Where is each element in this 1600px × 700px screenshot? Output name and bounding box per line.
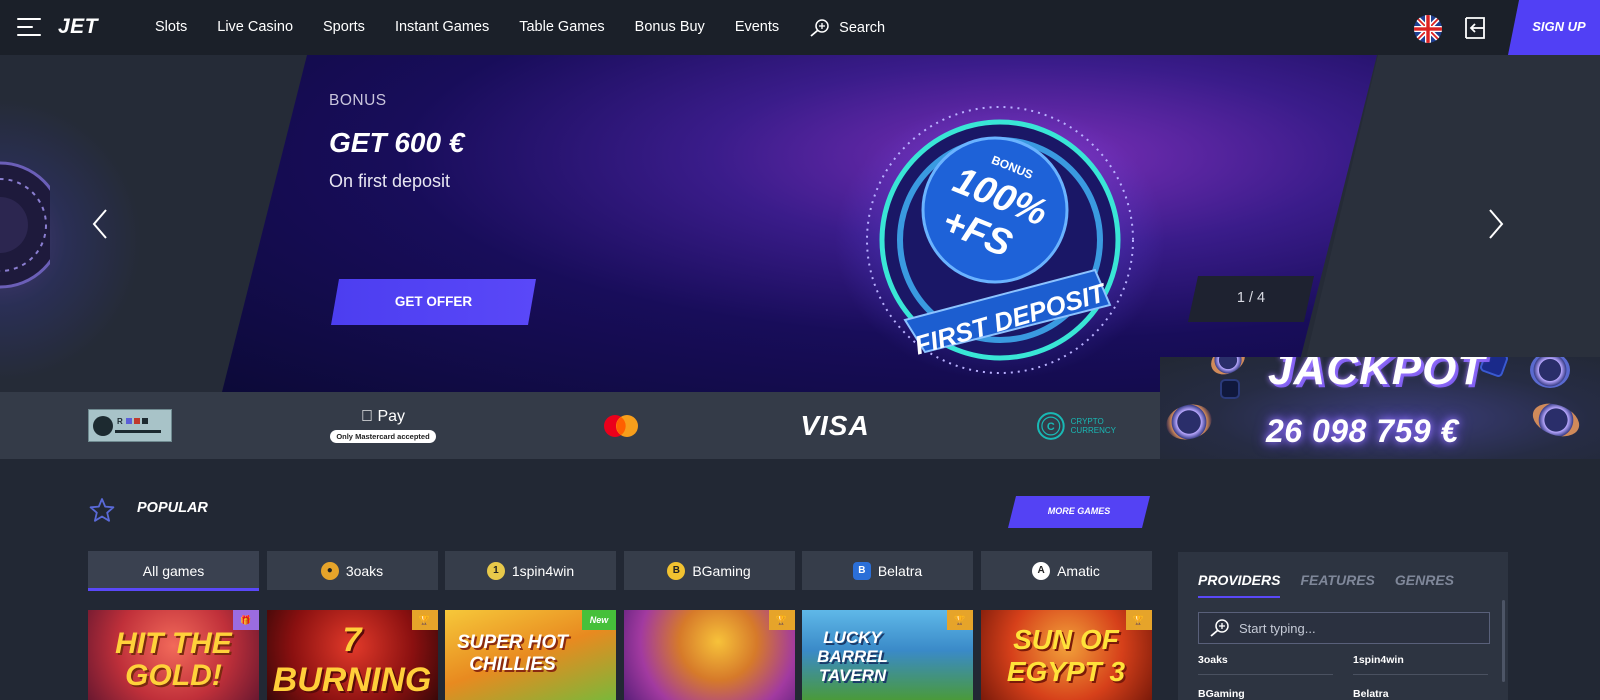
- 1spin4win-icon: 1: [486, 561, 505, 580]
- game-card[interactable]: New SUPER HOT CHILLIES: [445, 610, 616, 700]
- apple-pay-logo:  Pay Only Mastercard accepted: [328, 392, 438, 459]
- bonus-subtitle: On first deposit: [329, 171, 451, 191]
- apple-icon: : [361, 408, 373, 425]
- visa-logo: VISA: [800, 409, 870, 441]
- jackpot-banner[interactable]: JACKPOT 26 098 759 €: [1160, 357, 1600, 459]
- signup-label: SIGN UP: [1532, 19, 1586, 34]
- game-card[interactable]: 🏆: [623, 610, 795, 700]
- jackpot-amount: 26 098 759 €: [1266, 413, 1459, 449]
- belatra-icon: B: [852, 561, 871, 580]
- providers-scrollbar[interactable]: [1502, 600, 1505, 682]
- first-deposit-promo-image: BONUS 100% +FS FIRST DEPOSIT: [835, 100, 1165, 380]
- star-icon: [89, 498, 115, 522]
- nav-bonus-buy[interactable]: Bonus Buy: [635, 19, 705, 37]
- tab-providers[interactable]: PROVIDERS: [1198, 572, 1281, 598]
- game-card[interactable]: 🏆 LUCKY BARREL TAVERN: [802, 610, 973, 700]
- amatic-icon: A: [1032, 561, 1051, 580]
- payment-methods-strip: R  Pay Only Mastercard accepted VISA C …: [0, 392, 1160, 459]
- games-grid: 🎁 HIT THE GOLD! 🏆 7 BURNING New SUPER HO…: [88, 610, 1159, 700]
- top-header: JET Slots Live Casino Sports Instant Gam…: [0, 0, 1600, 55]
- get-offer-label: GET OFFER: [394, 294, 473, 309]
- nav-table-games[interactable]: Table Games: [519, 19, 604, 37]
- trophy-icon: 🏆: [947, 610, 973, 630]
- nav-slots[interactable]: Slots: [155, 19, 187, 37]
- providers-tabs: PROVIDERS FEATURES GENRES: [1198, 572, 1474, 598]
- nav-sports[interactable]: Sports: [323, 19, 365, 37]
- nav-live-casino[interactable]: Live Casino: [217, 19, 293, 37]
- logo[interactable]: JET: [58, 15, 98, 39]
- trophy-icon: 🏆: [768, 610, 795, 630]
- provider-item[interactable]: Belatra: [1353, 688, 1488, 700]
- providers-panel: PROVIDERS FEATURES GENRES 3oaks 1spin4wi…: [1178, 552, 1508, 700]
- hero-banner: [222, 55, 1377, 392]
- tab-genres[interactable]: GENRES: [1395, 572, 1454, 598]
- gift-icon: 🎁: [233, 610, 259, 630]
- provider-item[interactable]: BGaming: [1198, 688, 1333, 700]
- signup-button[interactable]: SIGN UP: [1508, 0, 1600, 55]
- crypto-currency-logo: C CRYPTO CURRENCY: [1036, 392, 1116, 459]
- more-games-button[interactable]: MORE GAMES: [1008, 496, 1150, 528]
- search-label: Search: [839, 20, 886, 36]
- jackpot-title: JACKPOT: [1268, 357, 1486, 394]
- nav-search[interactable]: Search: [809, 19, 885, 37]
- bonus-kicker: BONUS: [329, 92, 387, 109]
- filter-all-games[interactable]: All games: [88, 551, 259, 591]
- game-card[interactable]: 🎁 HIT THE GOLD!: [88, 610, 259, 700]
- provider-search-input[interactable]: [1239, 620, 1479, 636]
- filter-amatic[interactable]: A Amatic: [980, 551, 1152, 590]
- menu-icon[interactable]: [17, 18, 43, 38]
- popular-section-title: POPULAR: [137, 500, 208, 516]
- instant-banking-logo: R: [88, 409, 172, 442]
- filter-1spin4win[interactable]: 1 1spin4win: [445, 551, 616, 590]
- mastercard-logo: [596, 392, 646, 459]
- game-card[interactable]: 🏆 7 BURNING: [266, 610, 438, 700]
- hero-slider: BONUS 100% +FS FIRST DEPOSIT BONUS GET 6…: [0, 55, 1600, 392]
- nav-events[interactable]: Events: [735, 19, 779, 37]
- provider-search-field[interactable]: [1198, 612, 1490, 644]
- bgaming-icon: B: [667, 561, 686, 580]
- filter-belatra[interactable]: B Belatra: [802, 551, 973, 590]
- slide-counter: 1 / 4: [1188, 276, 1314, 322]
- dice-icon: [1220, 379, 1240, 399]
- provider-filter-tabs: All games ● 3oaks 1 1spin4win B BGaming B Be…: [88, 551, 1159, 591]
- provider-item[interactable]: 3oaks: [1198, 654, 1333, 675]
- svg-text:C: C: [1047, 420, 1055, 432]
- filter-3oaks[interactable]: ● 3oaks: [266, 551, 438, 590]
- search-icon: [810, 19, 829, 37]
- nav-instant-games[interactable]: Instant Games: [395, 19, 489, 37]
- tab-features[interactable]: FEATURES: [1300, 572, 1374, 598]
- 3oaks-icon: ●: [320, 561, 339, 580]
- svg-text:R: R: [117, 417, 123, 426]
- chevron-left-icon[interactable]: [90, 207, 110, 241]
- get-offer-button[interactable]: GET OFFER: [331, 279, 536, 325]
- provider-item[interactable]: 1spin4win: [1353, 654, 1488, 675]
- uk-flag-icon[interactable]: [1414, 15, 1442, 43]
- bonus-title: GET 600 €: [329, 127, 465, 158]
- crypto-icon: C: [1036, 411, 1065, 440]
- search-icon: [1210, 619, 1229, 637]
- filter-bgaming[interactable]: B BGaming: [623, 551, 795, 590]
- apple-pay-note: Only Mastercard accepted: [330, 430, 436, 443]
- login-icon[interactable]: [1462, 16, 1488, 40]
- main-nav: Slots Live Casino Sports Instant Games T…: [155, 19, 915, 37]
- more-games-label: MORE GAMES: [1047, 506, 1111, 516]
- new-badge: New: [582, 610, 616, 630]
- game-card[interactable]: 🏆 SUN OF EGYPT 3: [980, 610, 1152, 700]
- chevron-right-icon[interactable]: [1486, 207, 1506, 241]
